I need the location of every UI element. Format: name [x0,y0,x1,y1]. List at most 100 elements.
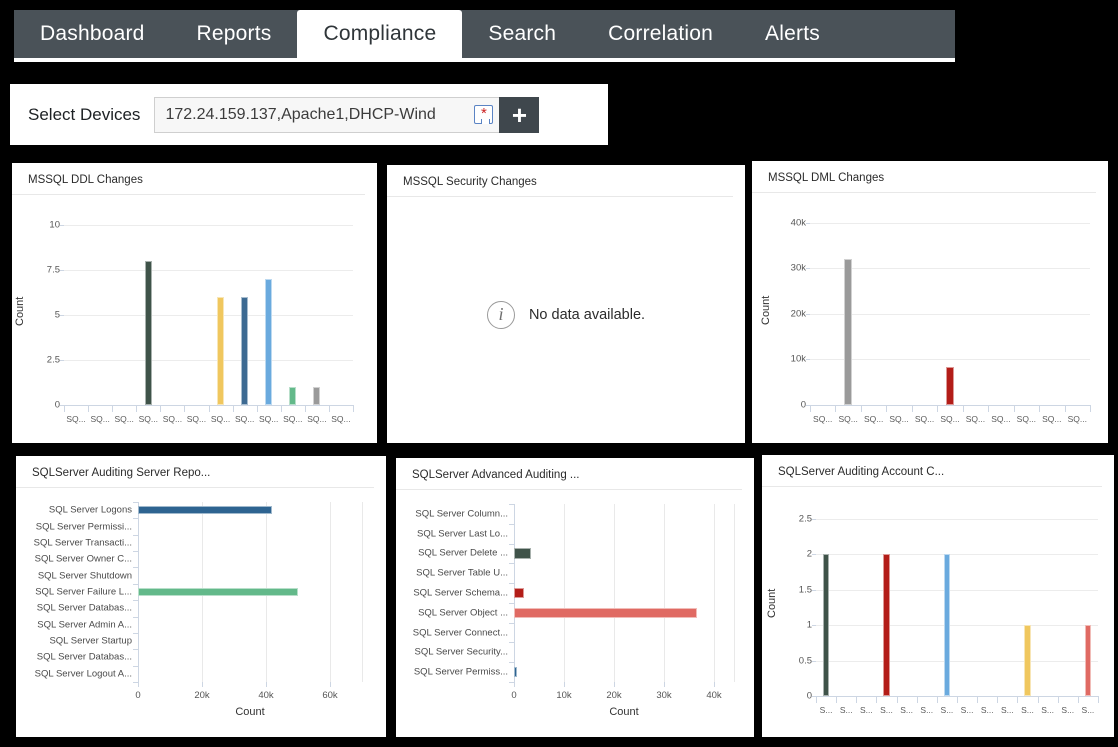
bar[interactable] [1084,625,1091,696]
y-axis-tick-label: 10 [49,219,60,231]
x-axis-tick [138,682,139,687]
y-axis-tick [133,632,138,634]
bar[interactable] [514,587,524,599]
tab-correlation[interactable]: Correlation [582,10,739,58]
bar[interactable] [144,261,152,405]
panel-title: MSSQL DDL Changes [12,163,365,195]
tab-search[interactable]: Search [462,10,582,58]
x-axis-tick [256,405,258,412]
bar[interactable] [514,666,517,678]
y-axis-tick [133,616,138,618]
x-axis-category-label: SQ... [162,414,183,424]
add-device-button[interactable]: + [499,96,540,133]
y-axis-tick [60,270,64,272]
y-axis-category-label: SQL Server Security... [414,646,508,658]
y-axis-tick [133,649,138,651]
y-axis-title: Count [760,295,772,325]
bar[interactable] [216,297,225,405]
x-axis-tick [266,682,267,687]
x-axis-tick [1077,696,1079,703]
y-axis-tick-label: 2.5 [798,513,812,525]
y-axis-tick-label: 40k [790,217,806,229]
y-axis-tick [509,504,514,505]
x-axis-tick [962,405,964,412]
x-axis-tick [112,405,114,412]
x-axis-title: Count [235,706,265,718]
x-axis-category-label: S... [1000,705,1014,715]
device-field-group: 172.24.159.137,Apache1,DHCP-Wind + [154,96,540,133]
x-axis-category-label: S... [960,705,974,715]
y-axis-tick [509,642,514,644]
y-axis-category-label: SQL Server Object ... [418,607,508,619]
y-axis-tick [812,554,816,556]
y-axis-tick [509,563,514,565]
bar[interactable] [241,297,249,405]
x-axis-tick-label: 20k [194,690,210,701]
y-axis-tick [133,567,138,569]
bar[interactable] [289,387,297,405]
x-axis-category-label: SQ... [90,414,110,424]
y-axis-category-label: SQL Server Databas... [36,651,132,663]
x-axis-tick [232,405,234,412]
bar[interactable] [946,367,954,405]
bar[interactable] [943,554,950,696]
x-axis-title: Count [609,706,639,718]
panel-sqlserver-advanced-auditing: SQLServer Advanced Auditing ... 0 10k 20k 3… [396,458,754,737]
x-axis-tick [1037,696,1039,703]
x-axis-category-label: S... [1061,705,1075,715]
x-axis-tick [916,696,918,703]
bar[interactable] [1024,625,1031,696]
panel-title: MSSQL DML Changes [752,161,1096,193]
y-axis-tick [509,622,514,624]
x-axis-tick [977,696,979,703]
x-axis-tick [911,405,913,412]
y-axis-title: Count [14,296,26,326]
x-axis-tick-label: 10k [556,690,572,701]
chart-sqlserver-advanced-auditing[interactable]: 0 10k 20k 30k 40k SQL Server Column... SQL Ser… [396,490,754,730]
x-axis-tick [835,405,837,412]
x-axis-tick [160,405,162,412]
x-axis-category-label: SQ... [307,414,327,424]
x-axis-tick [856,696,858,703]
x-axis-tick [896,696,898,703]
tab-compliance[interactable]: Compliance [297,10,463,62]
panel-sqlserver-auditing-server-report: SQLServer Auditing Server Repo... 0 20k 40… [16,456,386,737]
gridline [64,315,353,317]
bar[interactable] [844,259,852,405]
y-axis-tick [812,589,816,591]
x-axis-category-label: S... [859,705,873,715]
y-axis-tick [509,662,514,664]
chart-mssql-ddl-changes[interactable]: 0 2.5 5 7.5 10 SQ... SQ... SQ... SQ... SQ... SQ...… [12,195,377,435]
gridline [810,359,1090,361]
device-input[interactable]: 172.24.159.137,Apache1,DHCP-Wind [154,96,500,133]
y-axis-tick-label: 0 [54,399,60,411]
chart-sqlserver-auditing-server-report[interactable]: 0 20k 40k 60k SQL Server Logons SQL Server Pe… [16,488,386,730]
panel-mssql-dml-changes: MSSQL DML Changes 0 10k 20k 30k 40k SQ... SQ..… [752,161,1108,443]
tab-reports[interactable]: Reports [171,10,298,58]
y-axis-tick-label: 2 [806,548,812,560]
bar[interactable] [883,554,890,696]
bar[interactable] [138,505,273,515]
tab-dashboard[interactable]: Dashboard [14,10,171,58]
bar[interactable] [138,587,298,597]
bar[interactable] [313,387,321,405]
bar[interactable] [514,607,697,618]
y-axis-tick [806,313,810,315]
bar[interactable] [823,554,830,696]
x-axis-tick [876,696,878,703]
tab-alerts[interactable]: Alerts [739,10,846,58]
chart-sqlserver-auditing-account-c[interactable]: 0 0.5 1 1.5 2 2.5 S... S... S... S... S... S... S...… [762,487,1114,730]
x-axis-line [810,405,1090,406]
x-axis-category-label: SQ... [863,414,884,424]
x-axis-tick [1057,696,1059,703]
y-axis-tick-label: 5 [54,309,60,321]
panel-title: SQLServer Auditing Server Repo... [16,456,374,488]
x-axis-category-label: SQ... [1067,414,1087,424]
x-axis-category-label: S... [920,705,934,715]
bar[interactable] [514,548,531,559]
broken-image-icon[interactable] [474,104,494,124]
chart-mssql-dml-changes[interactable]: 0 10k 20k 30k 40k SQ... SQ... SQ... SQ... SQ... SQ… [752,193,1108,435]
bar[interactable] [265,279,273,405]
y-axis-category-label: SQL Server Permiss... [413,666,508,678]
y-axis-tick-label: 0.5 [798,655,812,667]
